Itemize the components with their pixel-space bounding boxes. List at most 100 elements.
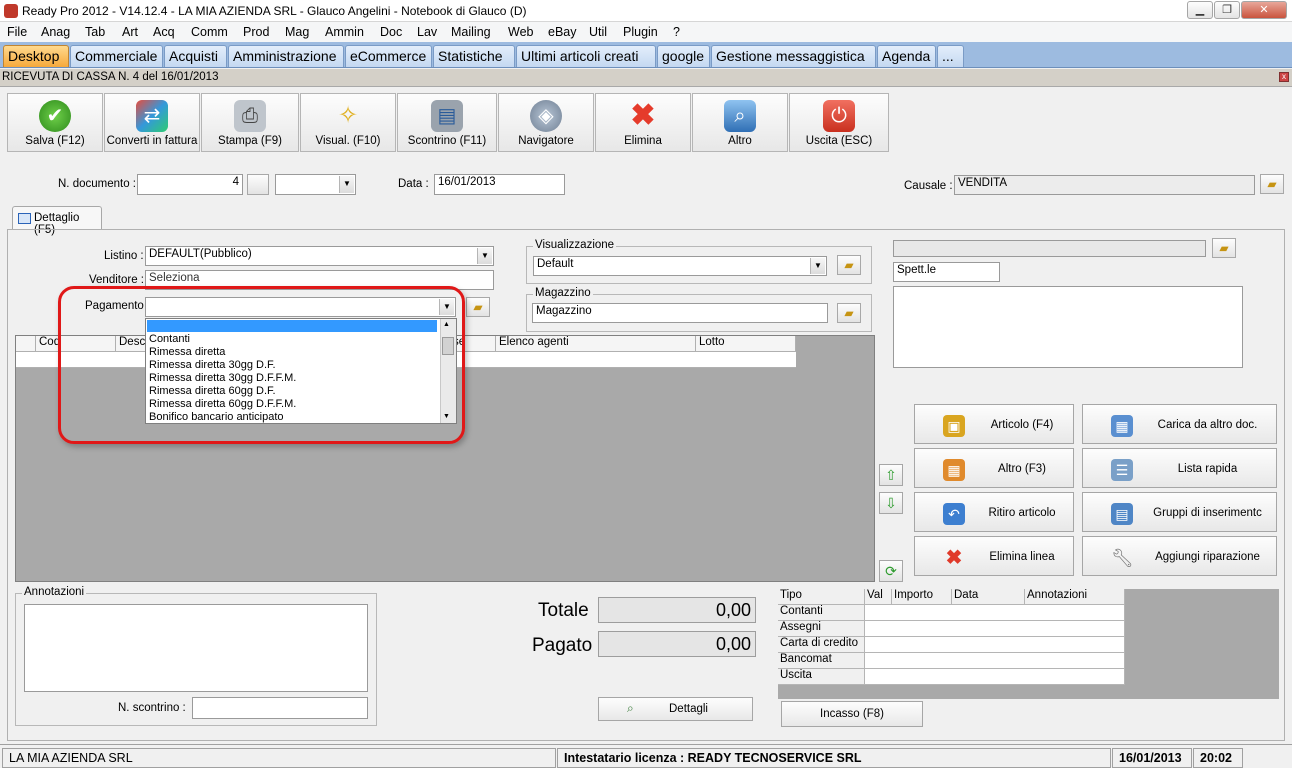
- menu-anag[interactable]: Anag: [41, 25, 70, 39]
- causale-input[interactable]: VENDITA: [954, 175, 1255, 195]
- magnifier-icon: ⌕: [627, 701, 634, 715]
- menu-doc[interactable]: Doc: [380, 25, 402, 39]
- minimize-button[interactable]: ▁: [1187, 1, 1213, 19]
- tab-dettaglio[interactable]: Dettaglio (F5): [12, 206, 102, 236]
- scontrino-input[interactable]: [192, 697, 368, 719]
- menu-ebay[interactable]: eBay: [548, 25, 577, 39]
- ndoc-input[interactable]: 4: [137, 174, 243, 195]
- ndoc-picker-button[interactable]: [247, 174, 269, 195]
- magnifier-icon: ⌕: [724, 100, 756, 132]
- status-license: Intestatario licenza : READY TECNOSERVIC…: [557, 748, 1111, 768]
- menu-web[interactable]: Web: [508, 25, 533, 39]
- tab-google[interactable]: google: [657, 45, 710, 67]
- customer-address-box[interactable]: [893, 286, 1243, 368]
- window-icon: [18, 213, 31, 224]
- tab-more[interactable]: ...: [937, 45, 964, 67]
- menu-acq[interactable]: Acq: [153, 25, 175, 39]
- menu-mailing[interactable]: Mailing: [451, 25, 491, 39]
- payment-table[interactable]: Tipo Val Importo Data Annotazioni Contan…: [778, 589, 1279, 699]
- menu-tab[interactable]: Tab: [85, 25, 105, 39]
- ndoc-series-select[interactable]: ▼: [275, 174, 356, 195]
- visualizzazione-folder-icon[interactable]: ▰: [837, 255, 861, 275]
- menu-help[interactable]: ?: [673, 25, 680, 39]
- magazzino-folder-icon[interactable]: ▰: [837, 303, 861, 323]
- tab-agenda[interactable]: Agenda: [877, 45, 936, 67]
- return-article-button[interactable]: ↶ Ritiro articolo: [914, 492, 1074, 532]
- receipt-button[interactable]: ▤ Scontrino (F11): [397, 93, 497, 152]
- listino-label: Listino :: [104, 250, 144, 262]
- quick-list-button[interactable]: ☰ Lista rapida: [1082, 448, 1277, 488]
- table-row[interactable]: [865, 669, 1125, 685]
- other-f3-button[interactable]: ▦ Altro (F3): [914, 448, 1074, 488]
- col-header-tipo: Tipo: [778, 589, 865, 605]
- tab-desktop[interactable]: Desktop: [3, 45, 69, 67]
- menu-util[interactable]: Util: [589, 25, 607, 39]
- add-article-button[interactable]: ▣ Articolo (F4): [914, 404, 1074, 444]
- save-button[interactable]: ✔ Salva (F12): [7, 93, 103, 152]
- table-row[interactable]: [865, 605, 1125, 621]
- customer-search-input[interactable]: [893, 240, 1206, 257]
- grid-header-agenti[interactable]: Elenco agenti: [496, 336, 696, 352]
- view-button[interactable]: ✧ Visual. (F10): [300, 93, 396, 152]
- other-button[interactable]: ⌕ Altro: [692, 93, 788, 152]
- menu-mag[interactable]: Mag: [285, 25, 309, 39]
- causale-folder-icon[interactable]: ▰: [1260, 174, 1284, 194]
- exit-button[interactable]: ⏻ Uscita (ESC): [789, 93, 889, 152]
- incasso-button[interactable]: Incasso (F8): [781, 701, 923, 727]
- move-down-icon[interactable]: ⇩: [879, 492, 903, 514]
- menu-art[interactable]: Art: [122, 25, 138, 39]
- details-button[interactable]: ⌕ Dettagli: [598, 697, 753, 721]
- table-check-icon: ▦: [1111, 415, 1133, 437]
- document-title-bar: RICEVUTA DI CASSA N. 4 del 16/01/2013 x: [0, 69, 1292, 87]
- tab-statistiche[interactable]: Statistiche: [433, 45, 515, 67]
- chevron-down-icon: ▼: [477, 248, 492, 264]
- magazzino-input[interactable]: Magazzino: [532, 303, 828, 323]
- row-label: Assegni: [778, 621, 865, 637]
- visualizzazione-select[interactable]: Default ▼: [533, 256, 827, 276]
- tab-ecommerce[interactable]: eCommerce: [345, 45, 432, 67]
- convert-invoice-button[interactable]: ⇄ Converti in fattura: [104, 93, 200, 152]
- delete-line-button[interactable]: ✖ Elimina linea: [914, 536, 1074, 576]
- tab-messaggistica[interactable]: Gestione messaggistica: [711, 45, 876, 67]
- module-tab-bar: Desktop Commerciale Acquisti Amministraz…: [0, 42, 1292, 68]
- move-up-icon[interactable]: ⇧: [879, 464, 903, 486]
- convert-icon: ⇄: [136, 100, 168, 132]
- listino-select[interactable]: DEFAULT(Pubblico) ▼: [145, 246, 494, 266]
- tab-commerciale[interactable]: Commerciale: [70, 45, 163, 67]
- document-close-icon[interactable]: x: [1279, 72, 1289, 82]
- print-button[interactable]: ⎙ Stampa (F9): [201, 93, 299, 152]
- tab-ultimi-articoli[interactable]: Ultimi articoli creati: [516, 45, 656, 67]
- close-button[interactable]: ✕: [1241, 1, 1287, 19]
- table-row[interactable]: [865, 637, 1125, 653]
- navigator-button[interactable]: ◈ Navigatore: [498, 93, 594, 152]
- menu-comm[interactable]: Comm: [191, 25, 228, 39]
- load-from-doc-button[interactable]: ▦ Carica da altro doc.: [1082, 404, 1277, 444]
- table-row[interactable]: [865, 653, 1125, 669]
- menu-bar: File Anag Tab Art Acq Comm Prod Mag Ammi…: [0, 22, 1292, 42]
- delete-button[interactable]: ✖ Elimina: [595, 93, 691, 152]
- maximize-button[interactable]: ❐: [1214, 1, 1240, 19]
- add-repair-button[interactable]: 🔧︎ Aggiungi riparazione: [1082, 536, 1277, 576]
- document-title: RICEVUTA DI CASSA N. 4 del 16/01/2013: [2, 71, 219, 83]
- delete-x-icon: ✖: [945, 547, 963, 569]
- pagato-label: Pagato: [532, 635, 593, 656]
- annotazioni-textarea[interactable]: [24, 604, 368, 692]
- table-row[interactable]: [865, 621, 1125, 637]
- menu-file[interactable]: File: [7, 25, 27, 39]
- pagamento-folder-icon[interactable]: ▰: [466, 297, 490, 317]
- spett-input[interactable]: Spett.le: [893, 262, 1000, 282]
- row-label: Uscita: [778, 669, 865, 685]
- date-input[interactable]: 16/01/2013: [434, 174, 565, 195]
- tab-acquisti[interactable]: Acquisti: [164, 45, 227, 67]
- menu-plugin[interactable]: Plugin: [623, 25, 658, 39]
- menu-ammin[interactable]: Ammin: [325, 25, 364, 39]
- menu-prod[interactable]: Prod: [243, 25, 269, 39]
- tab-amministrazione[interactable]: Amministrazione: [228, 45, 344, 67]
- refresh-icon[interactable]: ⟳: [879, 560, 903, 582]
- grid-header-lotto[interactable]: Lotto: [696, 336, 796, 352]
- customer-folder-icon[interactable]: ▰: [1212, 238, 1236, 258]
- status-bar: LA MIA AZIENDA SRL Intestatario licenza …: [0, 744, 1292, 768]
- menu-lav[interactable]: Lav: [417, 25, 437, 39]
- ndoc-label: N. documento :: [58, 178, 136, 190]
- insert-groups-button[interactable]: ▤ Gruppi di inserimentc: [1082, 492, 1277, 532]
